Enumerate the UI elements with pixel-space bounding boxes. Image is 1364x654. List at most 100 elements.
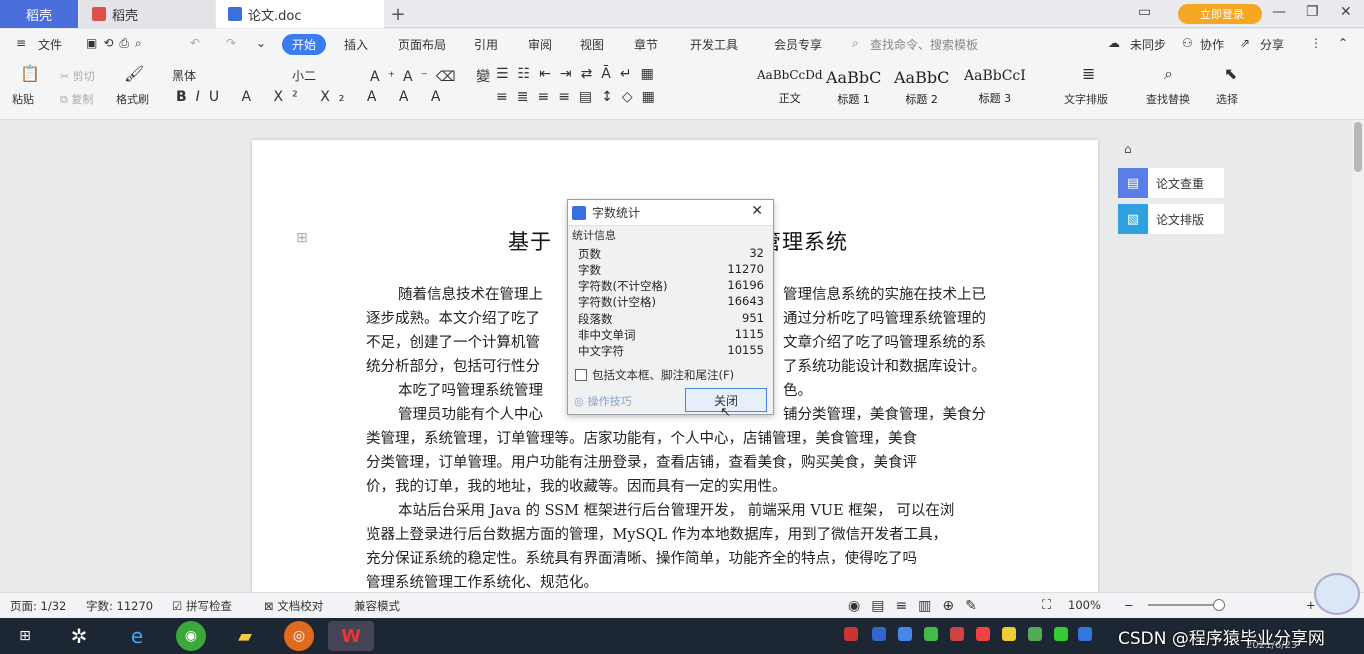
stat-label: 页数 xyxy=(578,247,601,261)
tray-icon[interactable] xyxy=(976,627,990,641)
media-icon[interactable]: ◎ xyxy=(284,621,314,651)
plus-icon: + xyxy=(390,3,406,25)
more-icon[interactable]: ⋮ xyxy=(1310,36,1322,50)
style-heading-2[interactable]: AaBbC 标题 2 xyxy=(894,68,949,107)
hamburger-icon[interactable]: ≡ xyxy=(16,36,26,50)
checkbox-box[interactable] xyxy=(575,369,587,381)
format-painter-icon[interactable]: 🖌 xyxy=(124,64,144,83)
browser-icon[interactable]: ◉ xyxy=(176,621,206,651)
font-family-select[interactable]: 黑体 xyxy=(172,67,196,84)
font-style-icons[interactable]: BIU A X² X₂ A A A xyxy=(176,89,449,105)
windows-start-icon[interactable]: ⊞ xyxy=(10,621,40,651)
spell-check-button[interactable]: ☑ 拼写检查 xyxy=(172,598,232,614)
chevron-down-icon[interactable]: ⌄ xyxy=(256,36,266,50)
tab-document[interactable]: 论文.doc xyxy=(216,0,384,28)
command-search[interactable]: 查找命令、搜索模板 xyxy=(870,36,978,53)
ie-icon[interactable]: e xyxy=(122,621,152,651)
style-heading-1-preview: AaBbC xyxy=(826,68,882,87)
tab-draft[interactable]: 稻壳 xyxy=(80,0,215,28)
dialog-close-icon[interactable]: ✕ xyxy=(751,203,763,219)
menu-view[interactable]: 视图 xyxy=(580,36,604,53)
paper-check-label: 论文查重 xyxy=(1156,176,1205,191)
paste-icon[interactable]: 📋 xyxy=(20,64,40,83)
menu-page-layout[interactable]: 页面布局 xyxy=(398,36,446,53)
tray-icon[interactable] xyxy=(898,627,912,641)
wps-taskbar-icon[interactable]: W xyxy=(328,621,374,651)
menu-chapter[interactable]: 章节 xyxy=(634,36,658,53)
stat-row: 字符数(不计空格) 16196 xyxy=(578,278,764,294)
zoom-level[interactable]: 100% xyxy=(1068,598,1101,612)
menu-insert[interactable]: 插入 xyxy=(344,36,368,53)
collaborate-button[interactable]: 协作 xyxy=(1200,36,1224,53)
style-normal[interactable]: AaBbCcDd 正文 xyxy=(757,68,823,106)
copy-button[interactable]: ⧉ 复制 xyxy=(60,91,93,107)
vertical-scrollbar[interactable] xyxy=(1352,120,1364,592)
zoom-slider-thumb[interactable] xyxy=(1213,599,1225,611)
paper-check-button[interactable]: ▤ 论文查重 xyxy=(1118,168,1224,198)
menu-member[interactable]: 会员专享 xyxy=(774,36,822,53)
paste-label[interactable]: 粘贴 xyxy=(12,91,34,107)
sync-status[interactable]: 未同步 xyxy=(1130,36,1166,53)
tray-icon[interactable] xyxy=(872,627,886,641)
menu-developer[interactable]: 开发工具 xyxy=(690,36,738,53)
proofread-button[interactable]: ⊠ 文档校对 xyxy=(264,598,323,614)
text-layout-button[interactable]: 文字排版 xyxy=(1064,91,1108,107)
quick-access-icons[interactable]: ▣⟲⎙⌕ xyxy=(86,36,148,51)
paragraph-align-icons[interactable]: ≡≣≡≡▤↕◇▦ xyxy=(496,89,664,105)
collapse-ribbon-icon[interactable]: ⌃ xyxy=(1338,36,1348,50)
stat-value: 16643 xyxy=(727,294,764,308)
font-size-tools-icon[interactable]: A⁺A⁻⌫ 變 xyxy=(370,66,498,86)
dialog-titlebar[interactable]: 字数统计 ✕ xyxy=(568,200,773,226)
new-tab-button[interactable]: + xyxy=(388,0,408,28)
undo-icon[interactable]: ↶ xyxy=(190,36,200,50)
paragraph-line: 充分保证系统的稳定性。系统具有界面清晰、操作简单，功能齐全的特点，使得吃了吗 xyxy=(366,551,917,567)
format-painter-label[interactable]: 格式刷 xyxy=(116,91,149,107)
menu-review[interactable]: 审阅 xyxy=(528,36,552,53)
word-count-indicator[interactable]: 字数: 11270 xyxy=(86,598,153,614)
layout-icon[interactable]: ▭ xyxy=(1138,4,1151,20)
minimize-icon[interactable]: — xyxy=(1272,4,1286,20)
text-layout-icon[interactable]: ≣ xyxy=(1082,64,1095,83)
bluetooth-icon[interactable] xyxy=(1078,627,1092,641)
paper-layout-button[interactable]: ▧ 论文排版 xyxy=(1118,204,1224,234)
close-window-icon[interactable]: ✕ xyxy=(1340,4,1352,20)
include-textbox-checkbox[interactable]: 包括文本框、脚注和尾注(F) xyxy=(575,367,734,383)
style-heading-3-label: 标题 3 xyxy=(978,92,1012,105)
login-badge[interactable]: 立即登录 xyxy=(1178,4,1262,24)
style-heading-1[interactable]: AaBbC 标题 1 xyxy=(826,68,881,107)
menu-file[interactable]: 文件 xyxy=(38,36,62,53)
tray-icon[interactable] xyxy=(1028,627,1042,641)
tray-icon[interactable] xyxy=(950,627,964,641)
tray-icon[interactable] xyxy=(1002,627,1016,641)
restore-icon[interactable]: ❐ xyxy=(1306,4,1319,20)
menu-references[interactable]: 引用 xyxy=(474,36,498,53)
app-pinwheel-icon[interactable]: ✲ xyxy=(64,621,94,651)
tray-icon[interactable] xyxy=(924,627,938,641)
copy-label: 复制 xyxy=(71,93,94,106)
select-icon[interactable]: ⬉ xyxy=(1224,64,1237,83)
stat-value: 951 xyxy=(742,311,764,325)
tray-icon[interactable] xyxy=(844,627,858,641)
cut-button[interactable]: ✂ 剪切 xyxy=(60,68,95,84)
tray-icon[interactable] xyxy=(1054,627,1068,641)
page-indicator[interactable]: 页面: 1/32 xyxy=(10,598,66,614)
scrollbar-thumb[interactable] xyxy=(1354,122,1362,172)
select-button[interactable]: 选择 xyxy=(1216,91,1238,107)
font-size-select[interactable]: 小二 xyxy=(292,67,316,84)
assistant-bubble-icon[interactable] xyxy=(1314,573,1360,615)
fit-page-icon[interactable]: ⛶ xyxy=(1042,598,1051,613)
panel-collapse-icon[interactable]: ⌂ xyxy=(1124,142,1132,156)
tab-home[interactable]: 稻壳 xyxy=(0,0,78,28)
view-mode-icons[interactable]: ◉▤≡▥⊕✎ xyxy=(848,598,988,614)
redo-icon[interactable]: ↷ xyxy=(226,36,236,50)
find-replace-icon[interactable]: ⌕ xyxy=(1164,64,1173,84)
paragraph-list-icons[interactable]: ☰☷⇤⇥⇄Ā↵▦ xyxy=(496,66,663,82)
menu-start[interactable]: 开始 xyxy=(282,34,327,55)
folder-icon[interactable]: ▰ xyxy=(230,621,260,651)
find-replace-button[interactable]: 查找替换 xyxy=(1146,91,1190,107)
tips-link[interactable]: ◎ 操作技巧 xyxy=(574,393,632,409)
tips-label: 操作技巧 xyxy=(587,395,632,408)
style-heading-3[interactable]: AaBbCcI 标题 3 xyxy=(964,68,1026,106)
zoom-out-icon[interactable]: − xyxy=(1124,598,1134,612)
share-button[interactable]: 分享 xyxy=(1260,36,1284,53)
